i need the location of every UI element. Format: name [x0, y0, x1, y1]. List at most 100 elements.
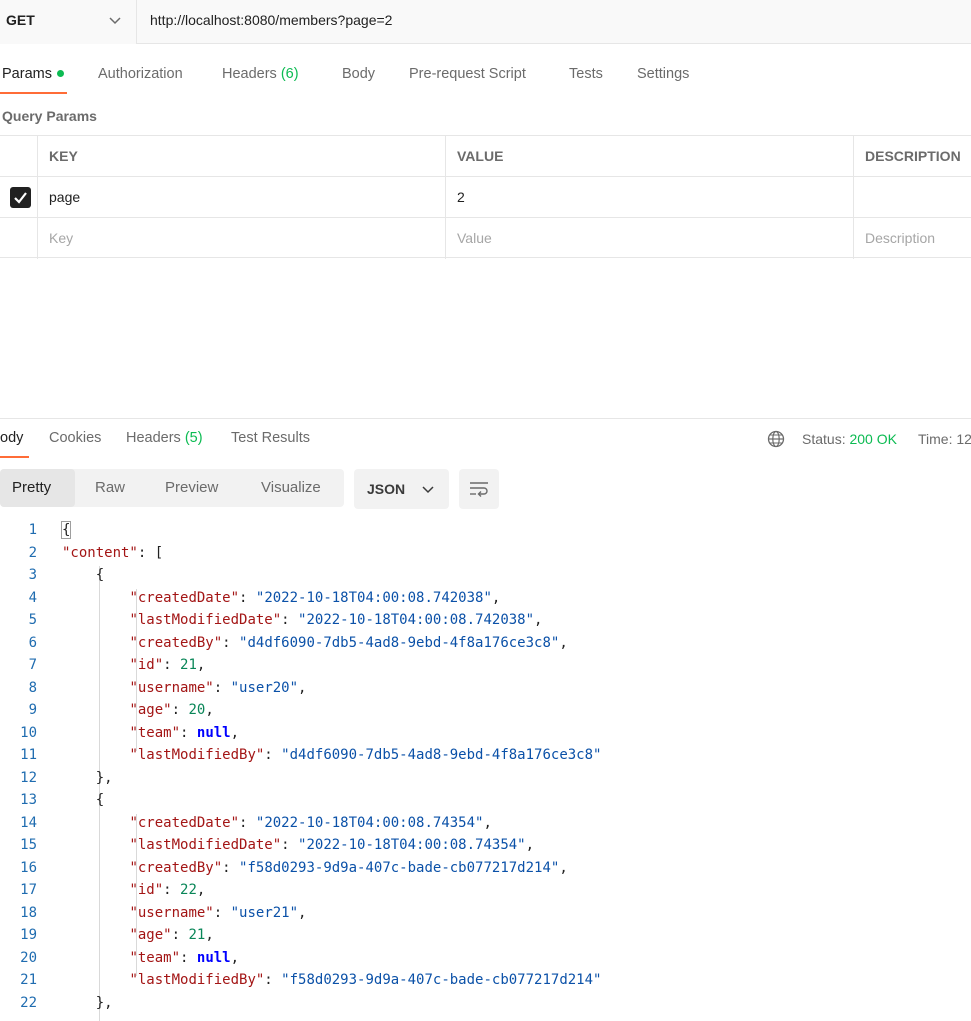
- method-label: GET: [6, 12, 35, 28]
- param-value-text: 2: [457, 189, 465, 205]
- column-header-label: KEY: [49, 148, 78, 164]
- line-number: 1: [28, 522, 37, 538]
- code-line: 19 "age": 21,: [0, 927, 971, 950]
- tab-body[interactable]: Body: [342, 66, 375, 82]
- tab-label: Body: [342, 66, 376, 82]
- tab-authorization[interactable]: Authorization: [98, 66, 183, 82]
- wrap-lines-icon: [470, 482, 488, 497]
- line-number: 6: [28, 634, 37, 651]
- code-line: 14 "createdDate": "2022-10-18T04:00:08.7…: [0, 815, 971, 838]
- key-placeholder: Key: [49, 230, 74, 246]
- column-header-description: DESCRIPTION: [853, 136, 971, 177]
- column-header-label: DESCRIPTION: [865, 148, 961, 164]
- tab-settings[interactable]: Settings: [637, 66, 689, 82]
- param-description-field[interactable]: [853, 177, 971, 218]
- tab-label: Settings: [637, 66, 690, 82]
- code-text: "team": null,: [129, 724, 240, 741]
- response-divider: [0, 418, 971, 419]
- tab-test-results[interactable]: Test Results: [231, 430, 310, 446]
- line-number: 22: [20, 994, 37, 1011]
- tab-tests[interactable]: Tests: [569, 66, 603, 82]
- tab-label: Cookies: [49, 430, 102, 446]
- url-bar: GET http://localhost:8080/members?page=2: [0, 0, 971, 44]
- tab-count: (6): [280, 66, 299, 82]
- line-number: 9: [28, 702, 37, 718]
- value-placeholder: Value: [457, 230, 492, 246]
- code-text: "username": "user21",: [129, 904, 307, 921]
- tab-label: Tests: [569, 66, 603, 82]
- code-text: "age": 21,: [129, 927, 214, 943]
- code-line: 18 "username": "user21",: [0, 905, 971, 928]
- active-tab-indicator: [0, 92, 67, 94]
- code-line: 20 "team": null,: [0, 950, 971, 973]
- code-text: "content": [: [62, 544, 164, 561]
- view-raw-button[interactable]: Raw: [95, 469, 125, 507]
- url-input[interactable]: http://localhost:8080/members?page=2: [150, 12, 392, 28]
- code-text: "createdDate": "2022-10-18T04:00:08.7435…: [129, 814, 492, 831]
- tab-response-body[interactable]: ody: [0, 430, 23, 446]
- new-key-input[interactable]: Key: [37, 218, 445, 259]
- code-line: 12 },: [0, 770, 971, 793]
- format-label: JSON: [367, 481, 406, 497]
- chevron-down-icon: [109, 17, 121, 25]
- line-number: 19: [20, 927, 37, 943]
- code-line: 17 "id": 22,: [0, 882, 971, 905]
- format-select[interactable]: JSON: [354, 469, 449, 509]
- wrap-lines-button[interactable]: [459, 469, 499, 509]
- code-line: 11 "lastModifiedBy": "d4df6090-7db5-4ad8…: [0, 747, 971, 770]
- tab-label: Pre-request Script: [409, 66, 526, 82]
- code-line: 1{: [0, 521, 971, 545]
- param-key-field[interactable]: page: [37, 177, 445, 218]
- column-header-key: KEY: [37, 136, 445, 177]
- tab-params[interactable]: Params: [2, 66, 64, 82]
- code-line: 9 "age": 20,: [0, 702, 971, 725]
- active-dot-icon: [56, 69, 64, 77]
- code-text: {: [62, 567, 105, 583]
- chevron-down-icon: [422, 486, 434, 494]
- new-value-input[interactable]: Value: [445, 218, 853, 259]
- globe-icon[interactable]: [767, 430, 785, 448]
- view-preview-button[interactable]: Preview: [165, 469, 218, 507]
- tab-label: Authorization: [98, 66, 183, 82]
- tab-response-headers[interactable]: Headers (5): [126, 430, 203, 446]
- code-line: 7 "id": 21,: [0, 657, 971, 680]
- code-text: },: [62, 994, 113, 1011]
- code-text: {: [60, 521, 72, 539]
- table-row-new: Key Value Description: [0, 217, 971, 259]
- code-line: 13 {: [0, 792, 971, 815]
- line-number: 15: [20, 837, 37, 853]
- method-select[interactable]: GET: [0, 0, 137, 44]
- param-checkbox[interactable]: [10, 187, 31, 208]
- view-pretty-button[interactable]: Pretty: [0, 469, 75, 507]
- code-text: "lastModifiedDate": "2022-10-18T04:00:08…: [129, 612, 543, 628]
- new-description-input[interactable]: Description: [853, 218, 971, 259]
- view-mode-toolbar: Pretty Raw Preview Visualize: [0, 469, 344, 507]
- tab-headers[interactable]: Headers (6): [222, 66, 299, 82]
- code-line: 22 },: [0, 995, 971, 1018]
- table-row: page 2: [0, 176, 971, 218]
- line-number: 11: [20, 747, 37, 763]
- view-visualize-button[interactable]: Visualize: [261, 469, 321, 507]
- code-text: "id": 22,: [129, 882, 206, 898]
- tab-pre-request-script[interactable]: Pre-request Script: [409, 66, 526, 82]
- line-number: 16: [20, 859, 37, 876]
- table-header-row: KEY VALUE DESCRIPTION: [0, 135, 971, 177]
- tab-label: ody: [0, 430, 24, 446]
- time-value: 12: [956, 431, 971, 447]
- response-status: Status: 200 OK: [802, 431, 897, 447]
- code-text: "id": 21,: [129, 657, 206, 673]
- checkmark-icon: [14, 192, 27, 204]
- line-number: 18: [20, 904, 37, 921]
- code-text: "createdDate": "2022-10-18T04:00:08.7420…: [129, 589, 501, 606]
- line-number: 8: [28, 679, 37, 696]
- code-text: "lastModifiedBy": "f58d0293-9d9a-407c-ba…: [129, 972, 602, 988]
- tab-label: Headers: [222, 66, 277, 82]
- tab-cookies[interactable]: Cookies: [49, 430, 101, 446]
- response-time: Time: 12: [918, 431, 971, 447]
- column-header-label: VALUE: [457, 148, 504, 164]
- line-number: 20: [20, 949, 37, 966]
- code-text: "team": null,: [129, 949, 240, 966]
- param-value-field[interactable]: 2: [445, 177, 853, 218]
- code-text: {: [62, 792, 105, 808]
- code-text: },: [62, 769, 113, 786]
